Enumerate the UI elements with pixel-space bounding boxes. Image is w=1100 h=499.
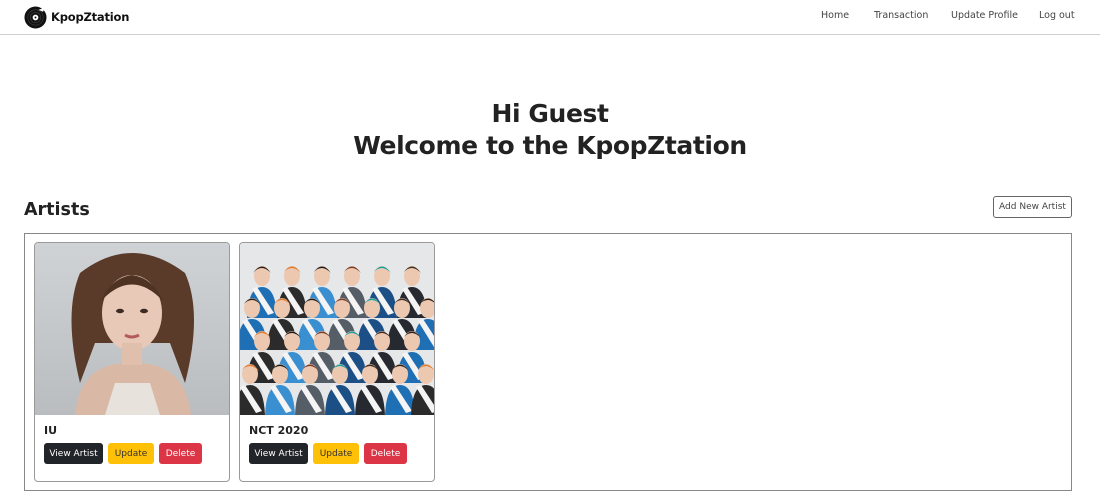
artist-photo-nct-2020 [240,243,434,415]
view-artist-button[interactable]: View Artist [249,443,308,464]
artist-name: IU [44,424,58,437]
nav-update-profile[interactable]: Update Profile [951,10,1018,21]
nav-transaction[interactable]: Transaction [874,10,928,21]
delete-artist-button[interactable]: Delete [364,443,407,464]
artist-name: NCT 2020 [249,424,309,437]
artists-title: Artists [24,200,90,220]
vinyl-record-icon [24,5,47,29]
artist-card-iu[interactable]: IU View Artist Update Delete [34,242,230,482]
artist-photo-iu [35,243,229,415]
hero-welcome: Welcome to the KpopZtation [353,131,747,160]
nav-home[interactable]: Home [821,10,849,21]
delete-artist-button[interactable]: Delete [159,443,202,464]
navbar: KpopZtation Home Transaction Update Prof… [0,0,1100,35]
hero-greeting: Hi Guest [491,99,609,128]
brand[interactable]: KpopZtation [24,5,129,29]
update-artist-button[interactable]: Update [108,443,154,464]
artist-card-nct-2020[interactable]: NCT 2020 View Artist Update Delete [239,242,435,482]
add-new-artist-button[interactable]: Add New Artist [993,196,1072,218]
update-artist-button[interactable]: Update [313,443,359,464]
nav-logout[interactable]: Log out [1039,10,1075,21]
view-artist-button[interactable]: View Artist [44,443,103,464]
brand-name: KpopZtation [51,10,130,24]
